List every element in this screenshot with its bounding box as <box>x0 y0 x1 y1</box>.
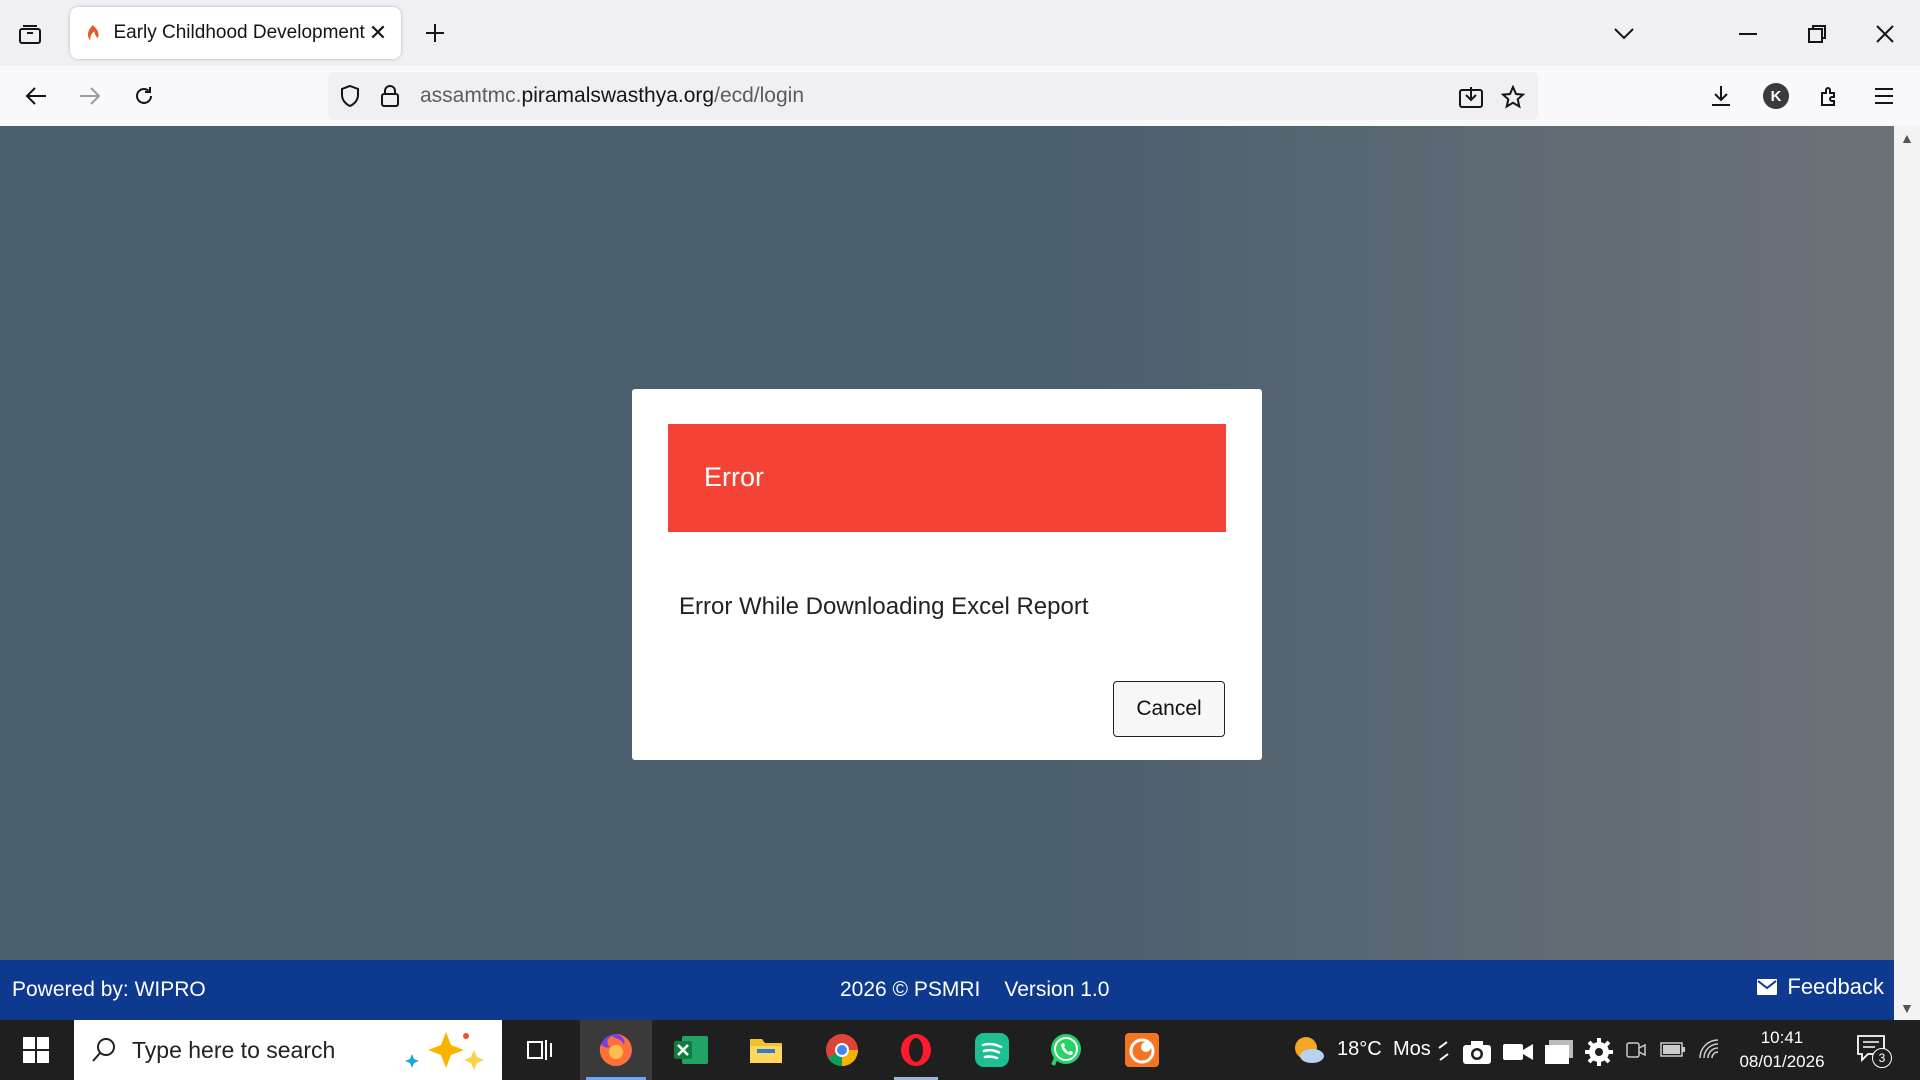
tab-title: Early Childhood Development <box>113 22 365 43</box>
reload-icon[interactable] <box>126 78 162 114</box>
clock-time: 10:41 <box>1760 1028 1804 1047</box>
error-dialog: Error Error While Downloading Excel Repo… <box>632 389 1262 760</box>
footer-center: 2026 © PSMRI Version 1.0 <box>840 978 1109 1002</box>
windows-taskbar: Type here to search 18°C Mos 10:41 08/01… <box>0 1020 1920 1080</box>
window-snip-icon[interactable] <box>1544 1039 1574 1065</box>
notification-count-badge: 3 <box>1872 1048 1892 1068</box>
browser-tab[interactable]: Early Childhood Development ✕ <box>70 7 401 59</box>
start-button[interactable] <box>0 1020 72 1080</box>
close-tab-icon[interactable]: ✕ <box>365 18 391 48</box>
page-scrollbar[interactable]: ▲ ▼ <box>1894 126 1920 1020</box>
weather-text[interactable]: Mos <box>1393 1038 1431 1061</box>
restore-icon[interactable] <box>1797 14 1837 54</box>
url-text: assamtmc.piramalswasthya.org/ecd/login <box>420 84 805 107</box>
feedback-link[interactable]: Feedback <box>1757 974 1884 1000</box>
taskbar-firefox-icon[interactable] <box>580 1020 652 1080</box>
account-avatar[interactable]: K <box>1758 78 1794 114</box>
battery-icon[interactable] <box>1660 1042 1686 1058</box>
tab-bar: Early Childhood Development ✕ <box>0 0 1920 66</box>
powered-by-text: Powered by: WIPRO <box>12 978 206 1001</box>
wifi-icon[interactable] <box>1698 1038 1720 1060</box>
menu-icon[interactable] <box>1866 78 1902 114</box>
scroll-up-icon[interactable]: ▲ <box>1900 130 1914 146</box>
copyright-text: 2026 © PSMRI <box>840 978 981 1001</box>
scroll-down-icon[interactable]: ▼ <box>1900 1000 1914 1016</box>
task-view-icon[interactable] <box>504 1020 576 1080</box>
link-icon[interactable] <box>1436 1040 1452 1064</box>
back-icon[interactable] <box>18 78 54 114</box>
tracking-protection-icon[interactable] <box>338 84 362 108</box>
taskbar-search[interactable]: Type here to search <box>74 1020 502 1080</box>
dialog-message: Error While Downloading Excel Report <box>679 593 1089 620</box>
new-tab-icon[interactable] <box>418 16 452 50</box>
cancel-button[interactable]: Cancel <box>1113 681 1225 737</box>
video-camera-icon[interactable] <box>1502 1041 1534 1063</box>
list-all-tabs-icon[interactable] <box>1604 14 1644 54</box>
tray-quick-tools <box>1430 1034 1654 1070</box>
search-highlight-icon <box>405 1032 484 1070</box>
windows-logo-icon <box>23 1037 49 1063</box>
lock-icon[interactable] <box>380 84 400 108</box>
navigation-bar: assamtmc.piramalswasthya.org/ecd/login K <box>0 66 1920 126</box>
notification-center-icon[interactable]: 3 <box>1852 1032 1892 1072</box>
version-text: Version 1.0 <box>1004 978 1110 1001</box>
taskbar-opera-icon[interactable] <box>880 1020 952 1080</box>
forward-icon[interactable] <box>72 78 108 114</box>
close-window-icon[interactable] <box>1865 14 1905 54</box>
page-footer: Powered by: WIPRO 2026 © PSMRI Version 1.… <box>0 960 1894 1020</box>
taskbar-file-explorer-icon[interactable] <box>730 1020 802 1080</box>
taskbar-crunchyroll-icon[interactable] <box>1106 1020 1178 1080</box>
taskbar-chrome-icon[interactable] <box>806 1020 878 1080</box>
taskbar-spotify-icon[interactable] <box>956 1020 1028 1080</box>
extensions-icon[interactable] <box>1812 78 1848 114</box>
downloads-icon[interactable] <box>1703 78 1739 114</box>
clock-date: 08/01/2026 <box>1739 1052 1825 1071</box>
minimize-icon[interactable] <box>1728 14 1768 54</box>
camera-icon[interactable] <box>1462 1039 1492 1065</box>
mail-icon <box>1757 979 1778 995</box>
weather-icon[interactable] <box>1290 1034 1326 1066</box>
feedback-label: Feedback <box>1787 974 1884 999</box>
meet-now-icon[interactable] <box>1626 1040 1646 1060</box>
address-bar[interactable]: assamtmc.piramalswasthya.org/ecd/login <box>328 72 1538 120</box>
bookmark-star-icon[interactable] <box>1498 82 1528 112</box>
search-icon <box>92 1038 115 1062</box>
taskbar-excel-icon[interactable] <box>656 1020 728 1080</box>
tab-list-icon[interactable] <box>14 18 46 50</box>
search-placeholder: Type here to search <box>132 1037 336 1063</box>
dialog-header: Error <box>668 424 1226 532</box>
weather-temp[interactable]: 18°C <box>1337 1038 1382 1061</box>
dialog-title: Error <box>704 462 764 492</box>
taskbar-clock[interactable]: 10:41 08/01/2026 <box>1732 1026 1832 1074</box>
taskbar-whatsapp-icon[interactable] <box>1030 1020 1102 1080</box>
settings-gear-icon[interactable] <box>1584 1037 1614 1067</box>
install-page-icon[interactable] <box>1456 82 1486 112</box>
site-favicon-icon <box>88 25 99 41</box>
